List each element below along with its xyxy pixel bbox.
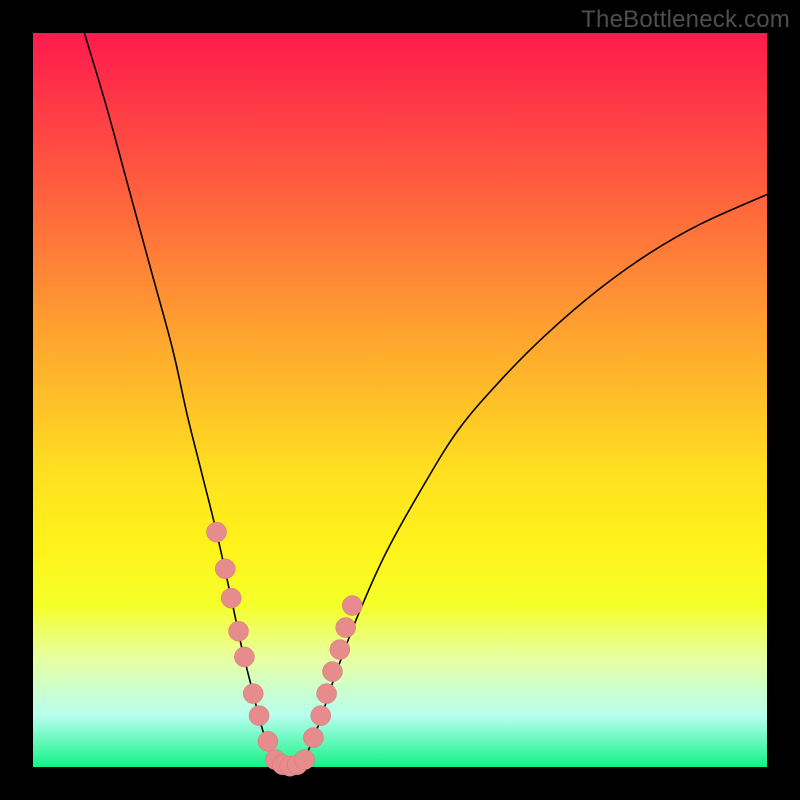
chart-svg <box>33 33 767 767</box>
marker-dot <box>258 731 278 751</box>
marker-dot <box>243 684 263 704</box>
plot-area <box>33 33 767 767</box>
marker-dot <box>215 559 235 579</box>
marker-dot <box>207 522 227 542</box>
curve-right <box>305 194 767 759</box>
marker-dot <box>322 662 342 682</box>
marker-dot <box>336 618 356 638</box>
marker-dot <box>295 750 315 770</box>
marker-dot <box>317 684 337 704</box>
marker-dot <box>342 596 362 616</box>
marker-group <box>207 522 363 776</box>
marker-dot <box>330 640 350 660</box>
marker-dot <box>221 588 241 608</box>
marker-dot <box>303 728 323 748</box>
marker-dot <box>249 706 269 726</box>
marker-dot <box>234 647 254 667</box>
chart-frame: TheBottleneck.com <box>0 0 800 800</box>
marker-dot <box>229 621 249 641</box>
marker-dot <box>311 706 331 726</box>
watermark-text: TheBottleneck.com <box>581 6 790 34</box>
